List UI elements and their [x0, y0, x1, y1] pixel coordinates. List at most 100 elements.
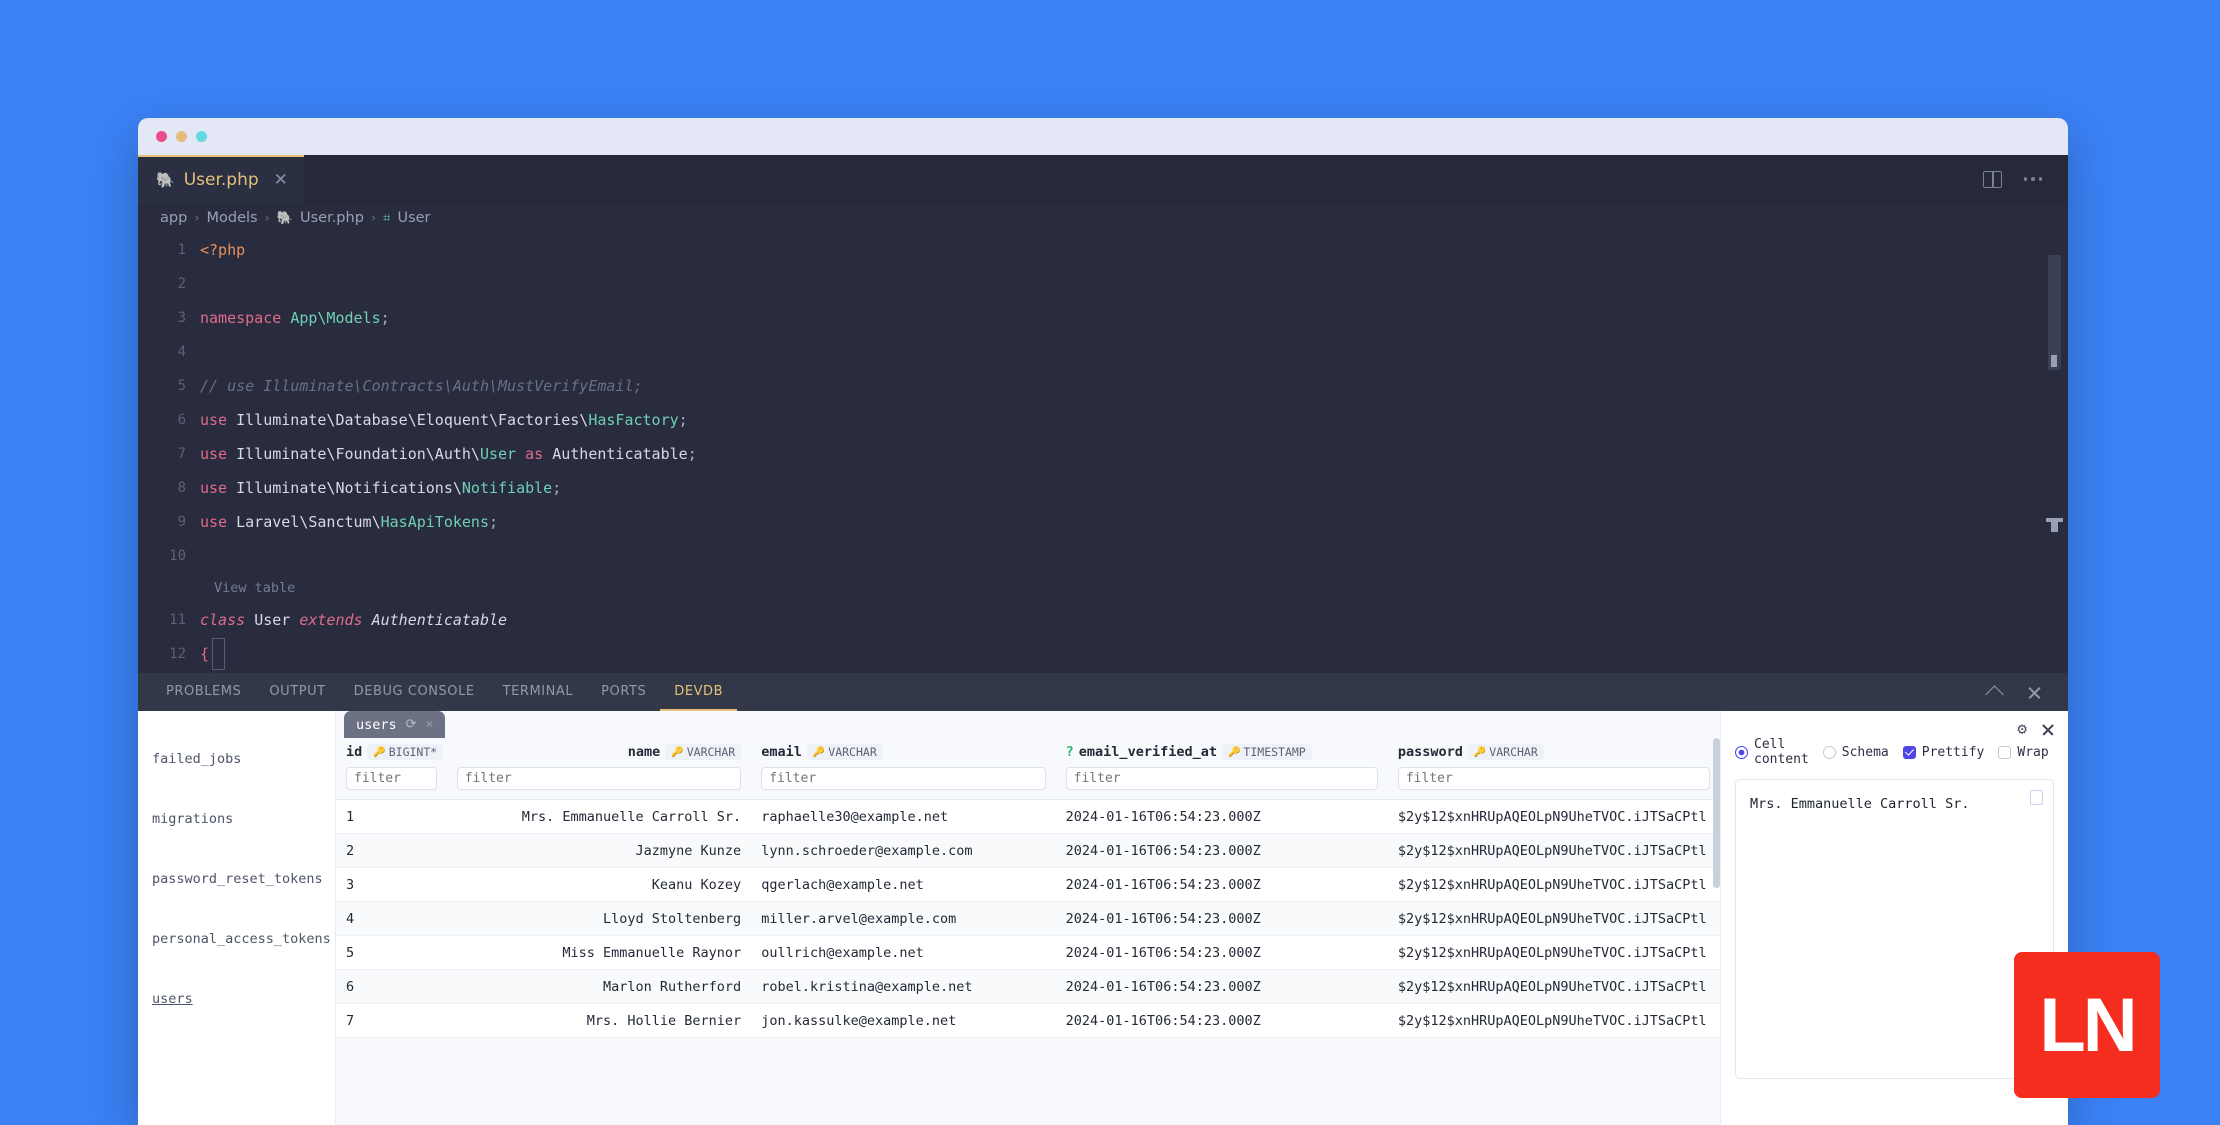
inspector-controls: Cell content Schema Prettify Wrap [1735, 737, 2054, 767]
table-cell[interactable]: Miss Emmanuelle Raynor [446, 935, 752, 970]
table-cell[interactable]: $2y$12$xnHRUpAQEOLpN9UheTVOC.iJTSaCPtl [1387, 833, 1720, 868]
column-header-email_verified_at[interactable]: ? email_verified_at 🔑 TIMESTAMP [1055, 738, 1388, 800]
panel-tab-devdb[interactable]: DEVDB [660, 673, 738, 711]
grid-scrollbar[interactable] [1713, 738, 1720, 1125]
filter-input-email[interactable] [761, 767, 1046, 790]
gear-icon[interactable]: ⚙ [2017, 719, 2027, 738]
table-cell[interactable]: Keanu Kozey [446, 867, 752, 902]
window-close-button[interactable] [156, 131, 167, 142]
window-maximize-button[interactable] [196, 131, 207, 142]
window-minimize-button[interactable] [176, 131, 187, 142]
table-cell[interactable]: 2024-01-16T06:54:23.000Z [1055, 867, 1388, 902]
table-row[interactable]: 5 Miss Emmanuelle Raynor oullrich@example.… [336, 935, 1720, 970]
table-cell[interactable]: qgerlach@example.net [751, 867, 1056, 902]
chevron-right-icon: › [370, 210, 377, 226]
split-editor-icon[interactable] [1982, 170, 2002, 188]
editor-scrollbar[interactable] [2048, 255, 2061, 370]
table-cell[interactable]: Mrs. Emmanuelle Carroll Sr. [446, 799, 752, 834]
panel-tab-ports[interactable]: PORTS [587, 673, 660, 711]
table-cell[interactable]: 2 [336, 833, 447, 868]
column-type-badge: 🔑 VARCHAR [806, 744, 883, 760]
table-list-item-users[interactable]: users [138, 969, 335, 1029]
inspector-option-schema[interactable]: Schema [1822, 745, 1889, 760]
column-header-email[interactable]: email 🔑 VARCHAR [751, 738, 1056, 800]
table-cell[interactable]: $2y$12$xnHRUpAQEOLpN9UheTVOC.iJTSaCPtl [1387, 1003, 1720, 1038]
filter-input-email_verified_at[interactable] [1065, 767, 1378, 790]
dbtab-users[interactable]: users ⟳ ✕ [344, 711, 446, 738]
table-row[interactable]: 2 Jazmyne Kunze lynn.schroeder@example.com… [336, 833, 1720, 868]
codelens-label[interactable]: View table [214, 580, 295, 596]
table-cell[interactable]: oullrich@example.net [751, 935, 1056, 970]
table-row[interactable]: 6 Marlon Rutherford robel.kristina@example… [336, 969, 1720, 1004]
table-cell[interactable]: 7 [336, 1003, 447, 1038]
table-cell[interactable]: miller.arvel@example.com [751, 901, 1056, 936]
table-cell[interactable]: Lloyd Stoltenberg [446, 901, 752, 936]
chevron-right-icon: › [194, 210, 200, 226]
filter-input-password[interactable] [1397, 767, 1710, 790]
filter-input-id[interactable] [346, 767, 437, 790]
more-actions-icon[interactable] [2023, 177, 2042, 181]
table-cell[interactable]: 4 [336, 901, 447, 936]
table-list-item-password_reset_tokens[interactable]: password_reset_tokens [138, 849, 335, 909]
table-cell[interactable]: 2024-01-16T06:54:23.000Z [1055, 901, 1388, 936]
table-cell[interactable]: $2y$12$xnHRUpAQEOLpN9UheTVOC.iJTSaCPtl [1387, 867, 1720, 902]
table-list-item-personal_access_tokens[interactable]: personal_access_tokens [138, 909, 335, 969]
column-header-password[interactable]: password 🔑 VARCHAR [1387, 738, 1720, 800]
filter-input-name[interactable] [456, 767, 742, 790]
code-editor[interactable]: 1 <?php 2 3 namespace App\Models; 4 5 // use Il… [138, 233, 2068, 673]
breadcrumb-item-file[interactable]: User.php [300, 210, 364, 226]
breadcrumb-item-models[interactable]: Models [207, 210, 258, 226]
checkbox[interactable] [1998, 745, 2012, 759]
panel-tab-problems[interactable]: PROBLEMS [152, 673, 255, 711]
tab-user-php[interactable]: 🐘 User.php ✕ [138, 155, 304, 203]
table-cell[interactable]: $2y$12$xnHRUpAQEOLpN9UheTVOC.iJTSaCPtl [1387, 935, 1720, 970]
table-cell[interactable]: 2024-01-16T06:54:23.000Z [1055, 935, 1388, 970]
table-cell[interactable]: 3 [336, 867, 447, 902]
table-cell[interactable]: $2y$12$xnHRUpAQEOLpN9UheTVOC.iJTSaCPtl [1387, 969, 1720, 1004]
table-cell[interactable]: raphaelle30@example.net [751, 799, 1056, 834]
codelens-view-table[interactable]: View table [138, 573, 2068, 603]
radio-button[interactable] [1822, 745, 1836, 759]
table-cell[interactable]: 2024-01-16T06:54:23.000Z [1055, 1003, 1388, 1038]
close-icon[interactable]: ✕ [426, 717, 434, 732]
close-icon[interactable]: ✕ [274, 171, 288, 189]
table-list-item-failed_jobs[interactable]: failed_jobs [138, 729, 335, 789]
column-header-id[interactable]: id 🔑 BIGINT* [336, 738, 447, 800]
table-cell[interactable]: 1 [336, 799, 447, 834]
refresh-icon[interactable]: ⟳ [406, 717, 417, 732]
chevron-up-icon[interactable] [1985, 685, 2004, 704]
table-cell[interactable]: Mrs. Hollie Bernier [446, 1003, 752, 1038]
table-cell[interactable]: $2y$12$xnHRUpAQEOLpN9UheTVOC.iJTSaCPtl [1387, 799, 1720, 834]
panel-tab-terminal[interactable]: TERMINAL [489, 673, 588, 711]
table-cell[interactable]: 5 [336, 935, 447, 970]
table-cell[interactable]: robel.kristina@example.net [751, 969, 1056, 1004]
panel-tab-debug-console[interactable]: DEBUG CONSOLE [340, 673, 489, 711]
table-row[interactable]: 7 Mrs. Hollie Bernier jon.kassulke@example… [336, 1003, 1720, 1038]
table-cell[interactable]: 2024-01-16T06:54:23.000Z [1055, 833, 1388, 868]
table-cell[interactable]: jon.kassulke@example.net [751, 1003, 1056, 1038]
table-cell[interactable]: lynn.schroeder@example.com [751, 833, 1056, 868]
inspector-option-prettify[interactable]: Prettify [1902, 745, 1984, 760]
table-row[interactable]: 3 Keanu Kozey qgerlach@example.net 2024-01-… [336, 867, 1720, 902]
copy-icon[interactable] [2026, 788, 2043, 805]
table-list-item-migrations[interactable]: migrations [138, 789, 335, 849]
table-cell[interactable]: 2024-01-16T06:54:23.000Z [1055, 969, 1388, 1004]
table-cell[interactable]: Marlon Rutherford [446, 969, 752, 1004]
breadcrumb-item-app[interactable]: app [160, 210, 187, 226]
column-header-name[interactable]: name 🔑 VARCHAR [446, 738, 752, 800]
breadcrumb-item-symbol[interactable]: User [397, 210, 430, 226]
radio-button[interactable] [1735, 745, 1748, 759]
checkbox[interactable] [1902, 745, 1916, 759]
table-cell[interactable]: $2y$12$xnHRUpAQEOLpN9UheTVOC.iJTSaCPtl [1387, 901, 1720, 936]
table-cell[interactable]: 2024-01-16T06:54:23.000Z [1055, 799, 1388, 834]
inspector-option-cell-content[interactable]: Cell content [1735, 737, 1809, 767]
close-icon[interactable] [2041, 722, 2055, 736]
panel-tab-output[interactable]: OUTPUT [255, 673, 339, 711]
table-cell[interactable]: 6 [336, 969, 447, 1004]
close-icon[interactable] [2027, 685, 2042, 700]
table-row[interactable]: 1 Mrs. Emmanuelle Carroll Sr. raphaelle30@… [336, 799, 1720, 834]
table-cell[interactable]: Jazmyne Kunze [446, 833, 752, 868]
inspector-option-wrap[interactable]: Wrap [1998, 745, 2049, 760]
column-type-label: VARCHAR [686, 745, 736, 759]
table-row[interactable]: 4 Lloyd Stoltenberg miller.arvel@example.c… [336, 901, 1720, 936]
